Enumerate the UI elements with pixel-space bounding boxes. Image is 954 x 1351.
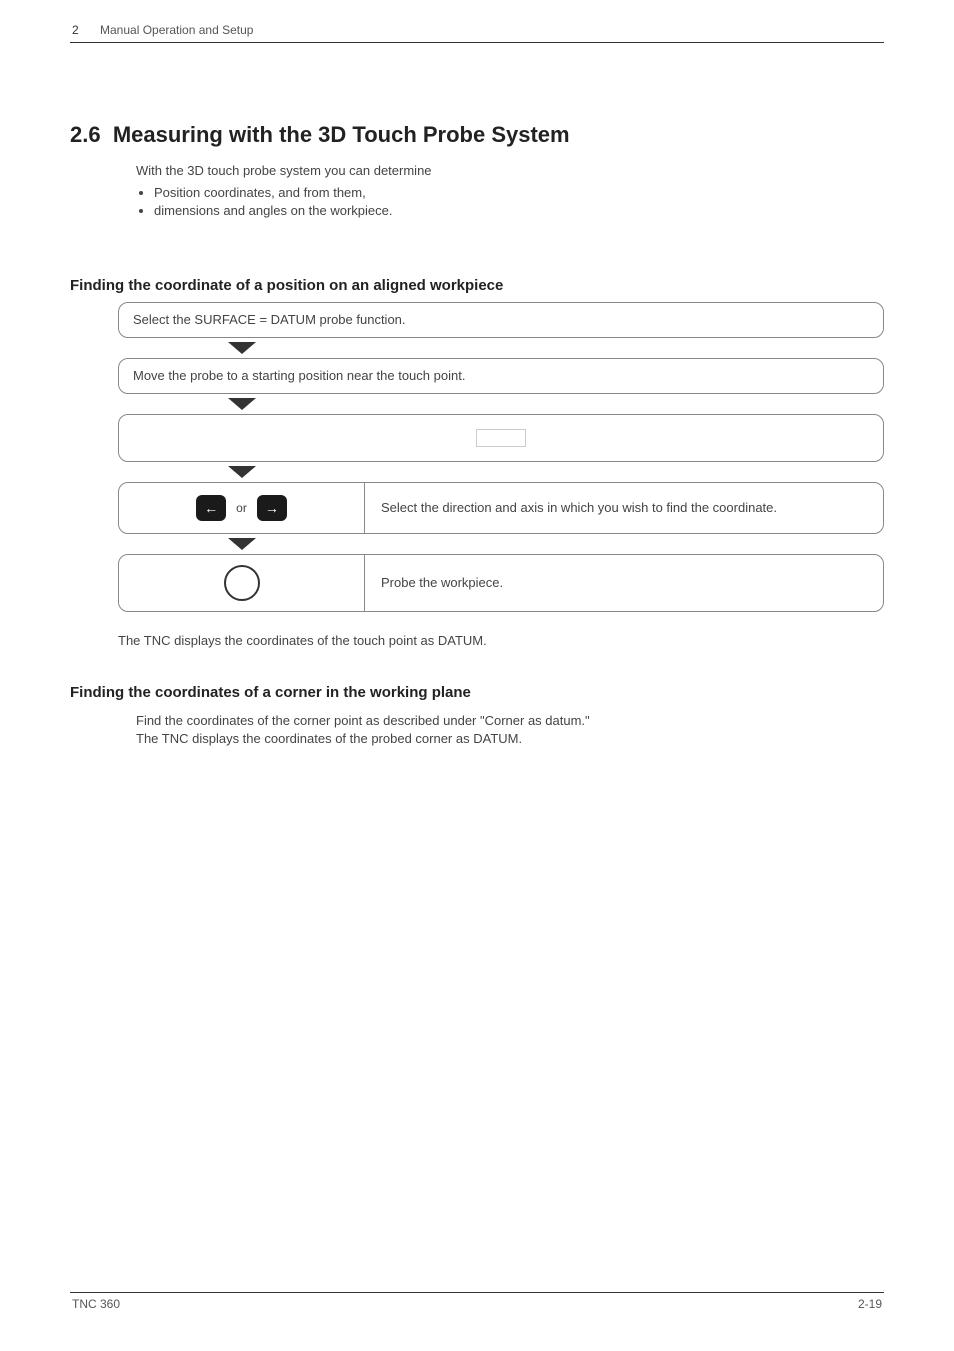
flow-arrow-2	[228, 398, 256, 410]
intro-lead: With the 3D touch probe system you can d…	[136, 162, 884, 180]
section-title: 2.6 Measuring with the 3D Touch Probe Sy…	[70, 120, 884, 151]
flow-step-1: Select the SURFACE = DATUM probe functio…	[118, 302, 884, 338]
flow-step-4-desc: Select the direction and axis in which y…	[365, 489, 883, 527]
intro-bullet-list: Position coordinates, and from them, dim…	[154, 184, 884, 220]
intro-block: With the 3D touch probe system you can d…	[136, 162, 884, 221]
flow-step-4-keys: ← or →	[119, 483, 365, 533]
intro-bullet-2: dimensions and angles on the workpiece.	[154, 202, 884, 220]
flow-arrow-3	[228, 466, 256, 478]
flow-step-3	[118, 414, 884, 462]
footer-rule	[70, 1292, 884, 1293]
footer-page-number: 2-19	[858, 1296, 882, 1313]
flow-step-5-button-cell	[119, 555, 365, 611]
flow-step-4: ← or → Select the direction and axis in …	[118, 482, 884, 534]
subheading-coordinate-position: Finding the coordinate of a position on …	[70, 275, 503, 296]
after-flow-note: The TNC displays the coordinates of the …	[118, 632, 884, 650]
arrow-right-key[interactable]: →	[257, 495, 287, 521]
section-number: 2.6	[70, 122, 101, 147]
header-rule	[70, 42, 884, 43]
intro-bullet-1: Position coordinates, and from them,	[154, 184, 884, 202]
header-chapter-title: Manual Operation and Setup	[100, 22, 253, 39]
nc-start-button[interactable]	[224, 565, 260, 601]
flow-step-5: Probe the workpiece.	[118, 554, 884, 612]
section-heading: Measuring with the 3D Touch Probe System	[113, 122, 570, 147]
corner-paragraph: Find the coordinates of the corner point…	[136, 712, 606, 748]
footer-model: TNC 360	[72, 1296, 120, 1313]
flow-arrow-4	[228, 538, 256, 550]
flow-step-1-text: Select the SURFACE = DATUM probe functio…	[133, 311, 406, 329]
flow-step-5-desc: Probe the workpiece.	[365, 564, 883, 602]
or-label: or	[236, 500, 247, 517]
header-chapter-number: 2	[72, 22, 79, 39]
arrow-left-key[interactable]: ←	[196, 495, 226, 521]
flow-step-2-text: Move the probe to a starting position ne…	[133, 367, 465, 385]
flow-step-2: Move the probe to a starting position ne…	[118, 358, 884, 394]
softkey-placeholder	[476, 429, 526, 447]
procedure-flow: Select the SURFACE = DATUM probe functio…	[118, 302, 884, 616]
subheading-corner-coordinates: Finding the coordinates of a corner in t…	[70, 682, 471, 703]
flow-arrow-1	[228, 342, 256, 354]
